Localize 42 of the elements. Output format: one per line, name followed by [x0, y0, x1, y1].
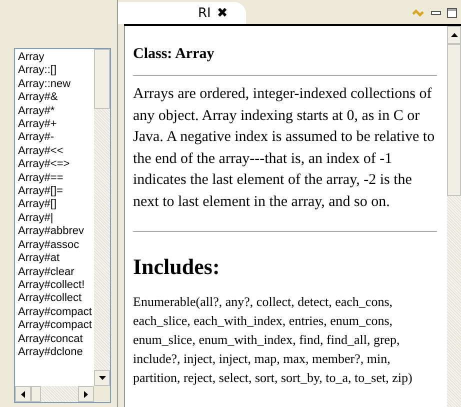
ri-tab[interactable]: RI ✖ — [118, 2, 246, 24]
list-item[interactable]: Array#assoc — [18, 238, 94, 252]
list-item[interactable]: Array#clear — [18, 266, 94, 279]
list-item[interactable]: Array#collect — [18, 292, 94, 306]
tab-title[interactable]: RI — [198, 6, 211, 20]
scrollbar-thumb[interactable] — [447, 44, 461, 196]
includes-text: Enumerable(all?, any?, collect, detect, each_cons, each_slice, each_with_index, entries, enum_cons, enum_slice, enum_with_index, find, find_all, grep, include?, inject, inject, map, max, member?, min, partition, reject, select, sort, sort_by, to_a, to_set, zip) — [133, 293, 414, 387]
up-arrow-icon[interactable] — [450, 33, 458, 37]
list-item[interactable]: Array#+ — [18, 118, 94, 132]
list-item[interactable]: Array#[] — [18, 198, 94, 212]
description-text: Arrays are ordered, integer-indexed collections of any object. Array indexing starts at 0, as in C or Java. A negative index is assumed to be relative to the end of the array---that is, an index of -1 indicates the last element of the array, -2 is the next to last element in the array, and so on. — [133, 85, 436, 212]
horizontal-scrollbar[interactable] — [15, 386, 110, 402]
list-item[interactable]: Array#- — [18, 131, 94, 145]
list-item[interactable]: Array — [18, 51, 94, 64]
scrollbar-thumb[interactable] — [31, 386, 41, 402]
list-item[interactable]: Array#* — [18, 104, 94, 118]
list-item[interactable]: Array#& — [18, 91, 94, 105]
right-arrow-icon[interactable] — [84, 390, 88, 398]
list-item[interactable]: Array#[]= — [18, 185, 94, 198]
vertical-scrollbar[interactable] — [94, 49, 110, 386]
vertical-scrollbar[interactable] — [447, 26, 461, 407]
list-item[interactable]: Array#abbrev — [18, 225, 94, 239]
class-heading: Class: Array — [133, 46, 437, 76]
includes-heading: Includes: — [133, 254, 221, 280]
list-item[interactable]: Array#<=> — [18, 158, 94, 172]
close-button[interactable]: ✖ — [216, 6, 228, 20]
scrollbar-thumb[interactable] — [94, 49, 110, 109]
list-item[interactable]: Array#collect! — [18, 278, 94, 292]
left-arrow-icon[interactable] — [21, 390, 25, 398]
maximize-icon[interactable] — [447, 8, 457, 18]
list-item[interactable]: Array#<< — [18, 144, 94, 158]
list-item[interactable]: Array::new — [18, 78, 94, 92]
list-item[interactable]: Array#== — [18, 172, 94, 186]
list-item[interactable]: Array#dclone — [18, 346, 94, 360]
list-item[interactable]: Array#concat — [18, 332, 94, 346]
list-item[interactable]: Array#compact — [18, 319, 94, 333]
list-item[interactable]: Array#at — [18, 252, 94, 266]
minimize-icon[interactable] — [431, 10, 441, 16]
list-item[interactable]: Array#| — [18, 212, 94, 226]
list-item[interactable]: Array#compact — [18, 306, 94, 320]
list-item[interactable]: Array::[] — [18, 64, 94, 78]
down-arrow-icon[interactable] — [98, 376, 106, 380]
